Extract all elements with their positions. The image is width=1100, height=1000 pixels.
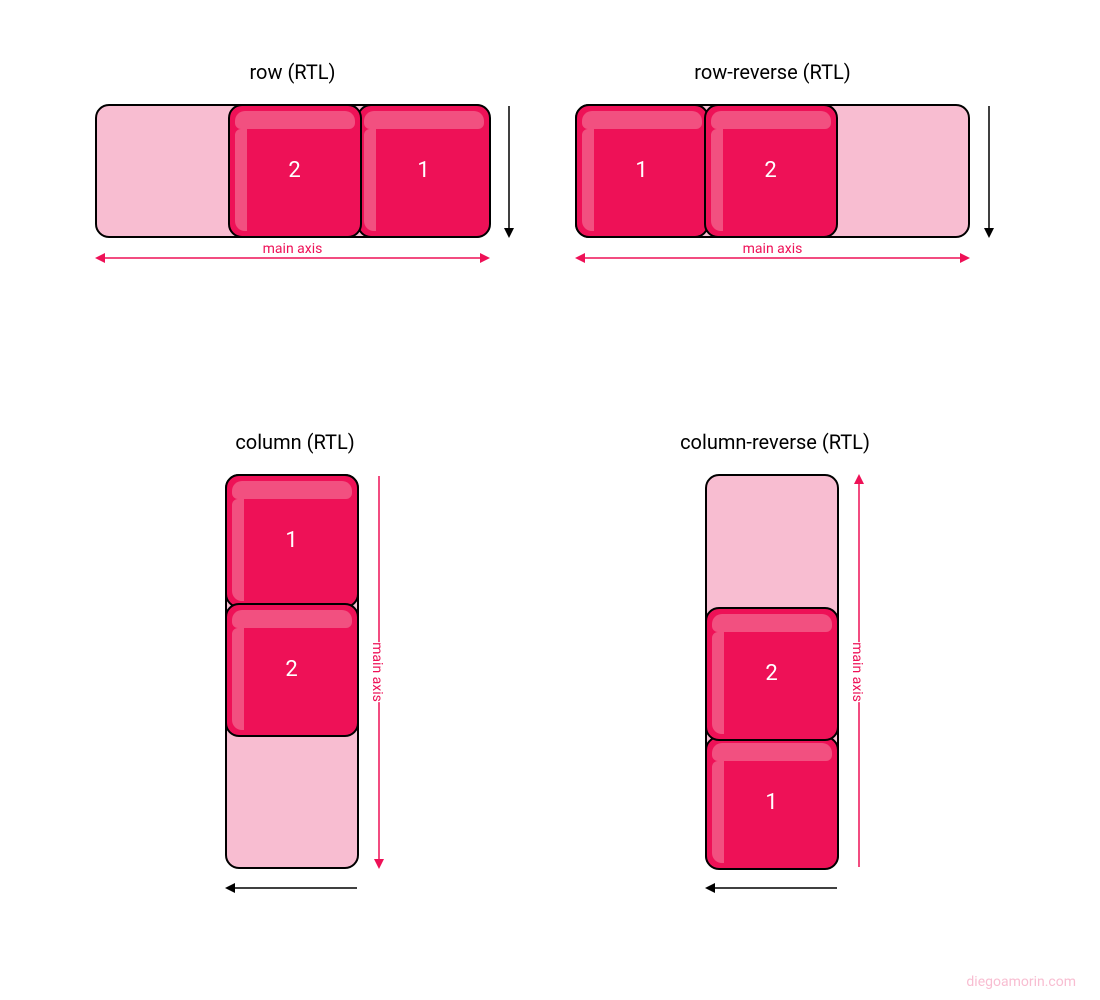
flex-item-1: 1 [575,104,709,238]
main-axis-label: main axis [735,241,811,257]
main-axis-label: main axis [255,241,331,257]
item-label: 1 [285,528,297,553]
main-axis-indicator: main axis [575,250,970,269]
panel-title: row-reverse (RTL) [575,60,970,84]
item-label: 1 [635,158,647,183]
item-label: 1 [765,790,777,815]
main-axis-indicator: main axis [95,250,490,269]
cross-axis-arrow [501,104,517,242]
cross-axis-arrow [225,880,359,900]
flex-item-2: 2 [704,104,838,238]
item-label: 2 [285,657,297,682]
item-label: 1 [417,158,429,183]
flex-container-row: 1 2 [95,104,490,238]
panel-title: row (RTL) [95,60,490,84]
flex-item-2: 2 [225,603,359,737]
flex-item-1: 1 [705,736,839,870]
panel-row-reverse-rtl: row-reverse (RTL) 1 2 main axis [575,60,970,238]
panel-title: column (RTL) [195,430,395,454]
cross-axis-arrow [981,104,997,242]
flex-container-column-reverse: 1 2 [705,474,839,869]
panel-title: column-reverse (RTL) [650,430,900,454]
flex-container-row-reverse: 1 2 [575,104,970,238]
diagram-canvas: row (RTL) 1 2 main axis row-reverse (RTL… [0,0,1100,1000]
flex-item-2: 2 [705,607,839,741]
panel-column-reverse-rtl: column-reverse (RTL) 1 2 main axis [705,430,955,869]
flex-container-column: 1 2 [225,474,359,869]
item-label: 2 [764,158,776,183]
main-axis-label: main axis [361,642,393,702]
panel-column-rtl: column (RTL) 1 2 main axis [225,430,425,869]
item-label: 2 [765,661,777,686]
flex-item-1: 1 [357,104,491,238]
main-axis-label: main axis [841,642,873,702]
watermark: diegoamorin.com [966,974,1076,990]
panel-row-rtl: row (RTL) 1 2 main axis [95,60,490,238]
flex-item-1: 1 [225,474,359,608]
cross-axis-arrow [705,880,839,900]
main-axis-indicator: main axis [371,474,387,869]
main-axis-indicator: main axis [851,474,867,869]
item-label: 2 [288,158,300,183]
flex-item-2: 2 [228,104,362,238]
